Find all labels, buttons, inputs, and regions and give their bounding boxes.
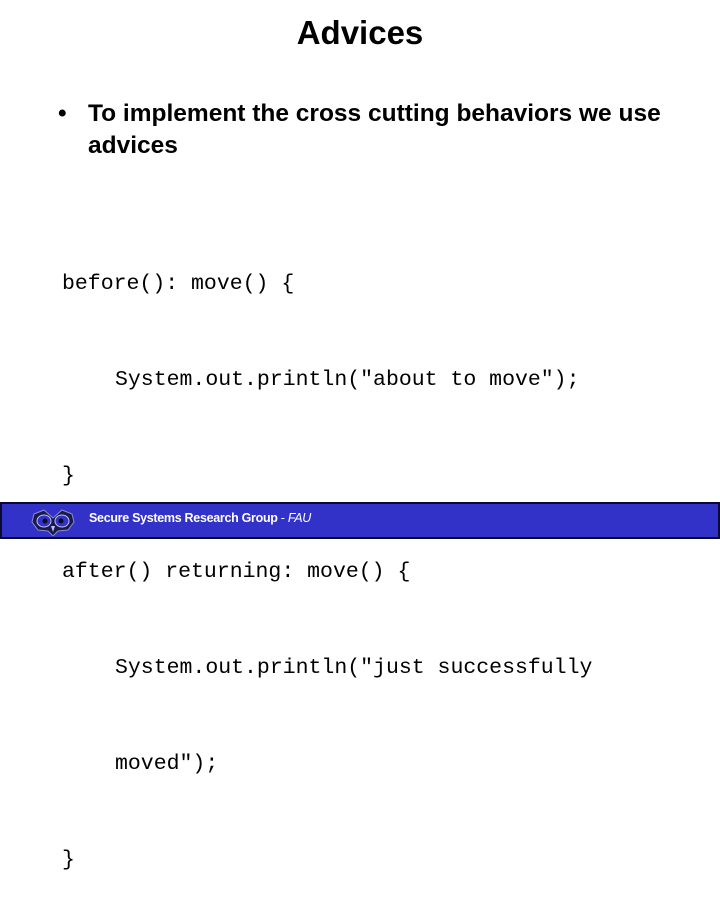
code-block: before(): move() { System.out.println("a… [62,204,592,908]
group-name: Secure Systems Research Group [89,511,278,525]
code-line: after() returning: move() { [62,560,411,584]
code-line: System.out.println("just successfully [115,656,593,680]
owl-icon [31,509,75,536]
code-line: } [62,464,75,488]
footer-text: Secure Systems Research Group - FAU [89,511,311,525]
org-name: FAU [287,511,312,525]
bullet-item: • To implement the cross cutting behavio… [58,98,678,162]
code-line: } [62,848,75,872]
footer-bar: Secure Systems Research Group - FAU [0,502,720,539]
footer-separator: - [277,511,288,525]
slide-title: Advices [296,14,424,51]
bullet-icon: • [58,100,67,127]
code-line: moved"); [115,752,219,776]
code-line: before(): move() { [62,272,295,296]
bullet-text: To implement the cross cutting behaviors… [88,100,661,159]
code-line: System.out.println("about to move"); [115,368,580,392]
